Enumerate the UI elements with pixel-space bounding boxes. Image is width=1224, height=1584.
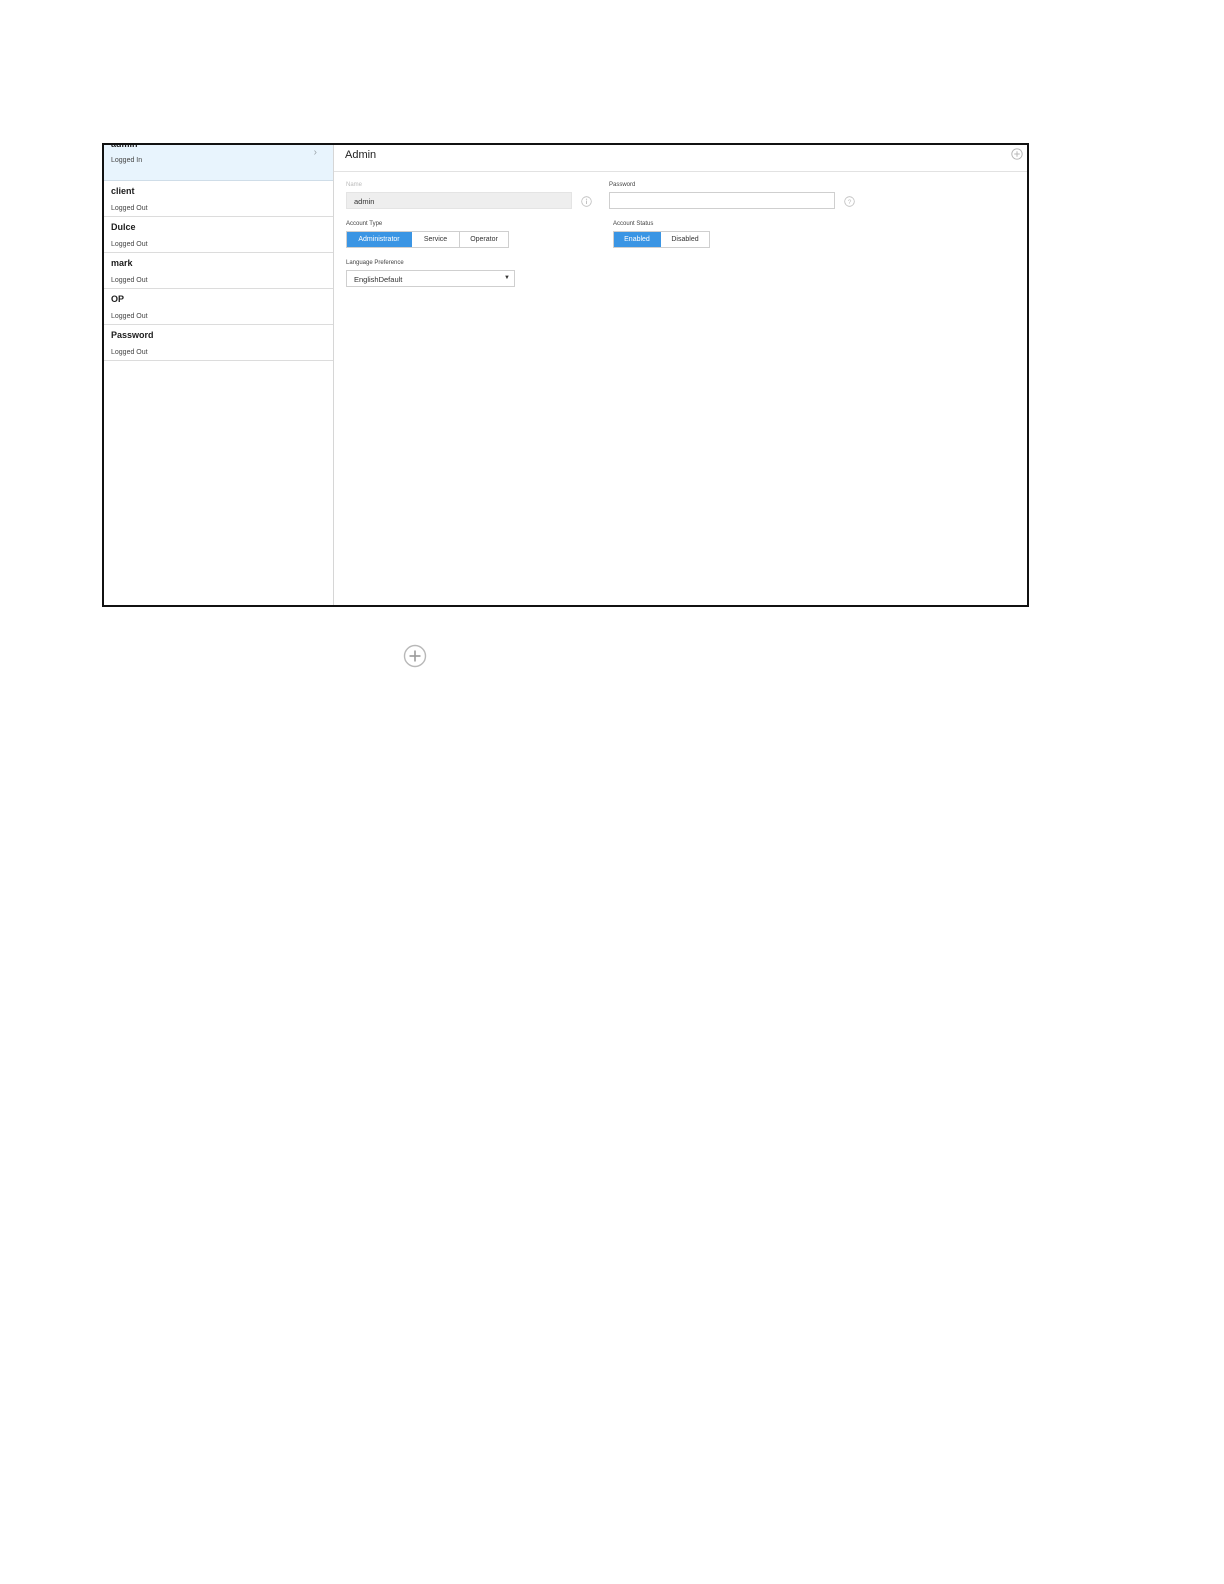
account-type-label: Account Type xyxy=(346,221,383,227)
user-name: admin xyxy=(111,143,138,149)
svg-text:?: ? xyxy=(848,199,852,206)
user-name: Password xyxy=(111,330,154,340)
user-status: Logged Out xyxy=(111,205,148,212)
user-list-item-admin[interactable]: admin Logged In › xyxy=(104,145,333,181)
language-preference-select[interactable]: EnglishDefault ▼ xyxy=(346,270,515,287)
user-name: OP xyxy=(111,294,125,304)
user-status: Logged Out xyxy=(111,241,148,248)
plus-circle-icon[interactable] xyxy=(403,644,427,668)
user-list-sidebar: admin Logged In › client Logged Out Dulc… xyxy=(104,145,334,605)
user-name: client xyxy=(111,186,135,196)
account-status-label: Account Status xyxy=(613,221,654,227)
caret-down-icon: ▼ xyxy=(504,275,510,281)
user-name: mark xyxy=(111,258,133,268)
account-type-operator-button[interactable]: Operator xyxy=(460,232,508,247)
plus-circle-icon[interactable] xyxy=(1011,148,1023,160)
password-field[interactable] xyxy=(609,192,835,209)
user-status: Logged Out xyxy=(111,277,148,284)
user-list-item-mark[interactable]: mark Logged Out xyxy=(104,253,333,289)
account-type-administrator-button[interactable]: Administrator xyxy=(347,232,412,247)
user-status: Logged Out xyxy=(111,349,148,356)
user-status: Logged In xyxy=(111,157,143,164)
account-status-disabled-button[interactable]: Disabled xyxy=(661,232,709,247)
account-status-enabled-button[interactable]: Enabled xyxy=(614,232,661,247)
account-type-service-button[interactable]: Service xyxy=(412,232,460,247)
password-label: Password xyxy=(609,182,636,188)
user-list-item-dulce[interactable]: Dulce Logged Out xyxy=(104,217,333,253)
name-label: Name xyxy=(346,182,363,188)
chevron-right-icon: › xyxy=(313,147,317,158)
account-status-selector: Enabled Disabled xyxy=(613,231,710,248)
language-preference-value: EnglishDefault xyxy=(354,275,403,284)
user-status: Logged Out xyxy=(111,313,148,320)
account-type-selector: Administrator Service Operator xyxy=(346,231,509,248)
user-detail-panel: Admin Name admin Password ? Account Type… xyxy=(334,145,1027,605)
user-management-window: admin Logged In › client Logged Out Dulc… xyxy=(102,143,1029,607)
user-list-item-client[interactable]: client Logged Out xyxy=(104,181,333,217)
info-icon[interactable] xyxy=(581,196,592,207)
name-field: admin xyxy=(346,192,572,209)
detail-header: Admin xyxy=(334,145,1027,172)
user-list-item-op[interactable]: OP Logged Out xyxy=(104,289,333,325)
question-icon[interactable]: ? xyxy=(844,196,855,207)
user-list-item-password[interactable]: Password Logged Out xyxy=(104,325,333,361)
user-name: Dulce xyxy=(111,222,136,232)
language-preference-label: Language Preference xyxy=(346,260,404,266)
page-title: Admin xyxy=(345,149,377,161)
